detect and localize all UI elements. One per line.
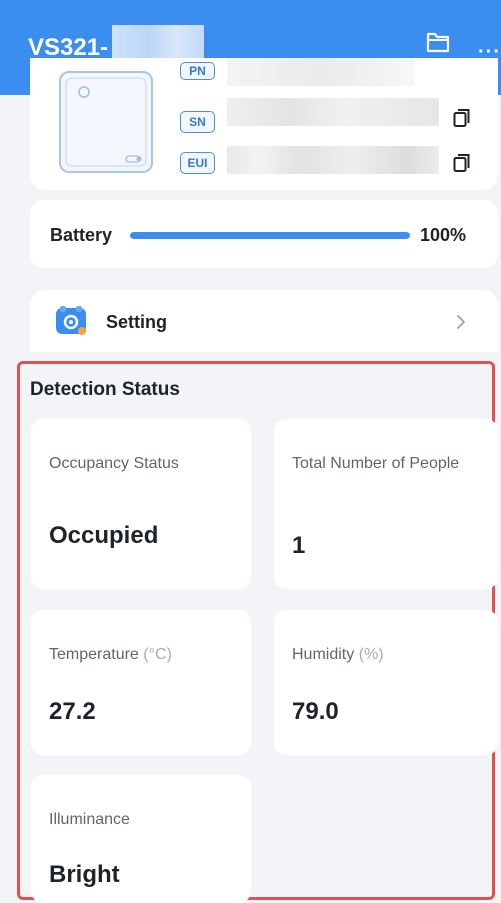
battery-progress-fill [130,232,410,239]
humidity-label-text: Humidity [292,646,355,663]
illuminance-label: Illuminance [49,811,130,828]
people-count-label: Total Number of People [292,455,460,472]
pn-value-redacted [227,58,415,86]
folder-icon[interactable] [425,30,451,59]
battery-label: Battery [50,225,113,245]
temperature-tile: Temperature (°C) 27.2 [31,610,251,755]
occupancy-status-tile: Occupancy Status Occupied [31,419,251,589]
temperature-value: 27.2 [49,698,96,725]
sn-tag: SN [180,111,215,133]
device-detail-screen: VS321- ··· PN SN EUI Battery 100% Settin… [0,0,501,903]
setting-icon [54,305,88,342]
detection-status-title: Detection Status [30,379,180,400]
battery-progress-bar [130,232,410,239]
occupancy-status-label: Occupancy Status [49,455,179,472]
device-name-redacted [112,25,204,61]
illuminance-value: Bright [49,861,120,888]
people-count-tile: Total Number of People 1 [274,419,498,589]
sn-value-redacted [227,98,439,126]
temperature-label-text: Temperature [49,646,139,663]
device-info-card: PN SN EUI [30,58,498,190]
humidity-unit: (%) [358,646,384,663]
people-count-value: 1 [292,532,306,559]
device-image [56,70,156,176]
illuminance-tile: Illuminance Bright [31,775,251,903]
battery-value: 100% [420,225,467,245]
copy-eui-icon[interactable] [453,153,471,178]
eui-value-redacted [227,146,439,174]
pn-tag: PN [180,62,215,80]
temperature-label: Temperature (°C) [49,642,239,668]
temperature-unit: (°C) [143,646,172,663]
eui-tag: EUI [180,152,215,174]
humidity-label: Humidity (%) [292,642,482,668]
humidity-tile: Humidity (%) 79.0 [274,610,498,755]
setting-row[interactable]: Setting [30,290,498,352]
chevron-right-icon [456,314,466,335]
copy-sn-icon[interactable] [453,108,471,133]
battery-card: Battery 100% [30,200,498,268]
occupancy-status-value: Occupied [49,522,159,549]
setting-label: Setting [106,312,167,332]
humidity-value: 79.0 [292,698,339,725]
